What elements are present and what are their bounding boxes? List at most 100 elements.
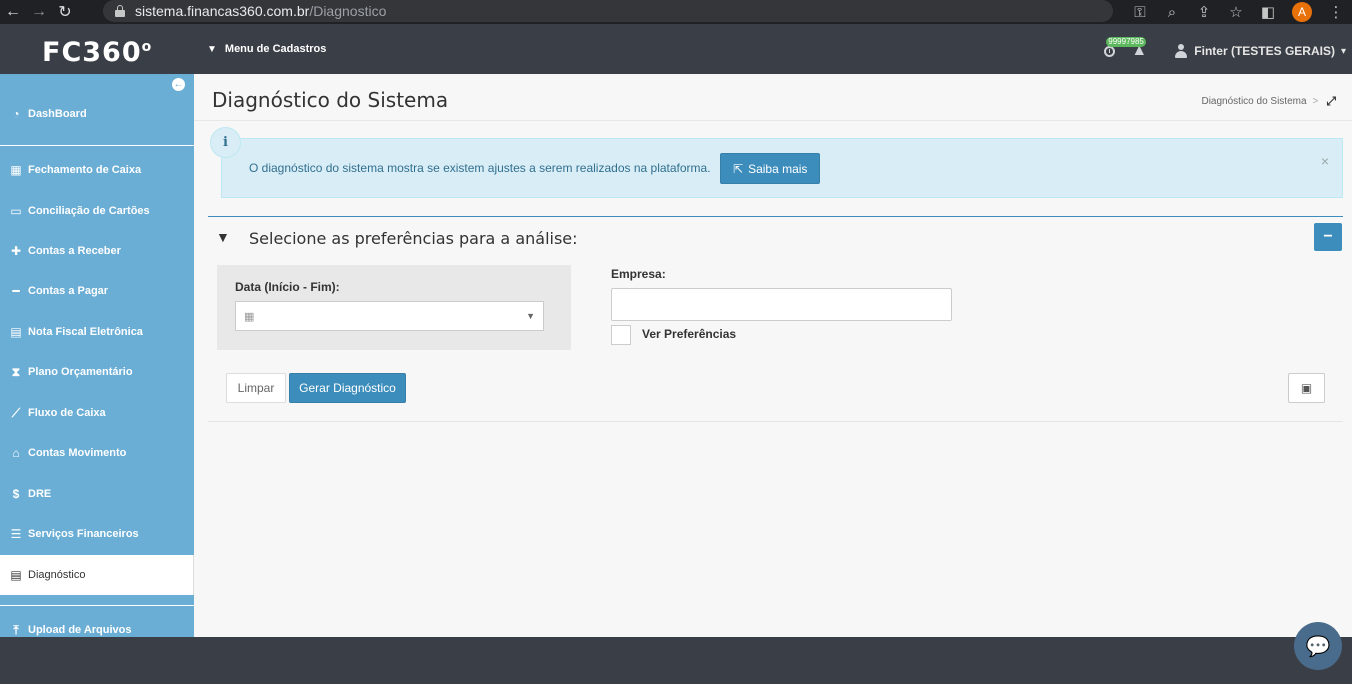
sidebar-item-nota-fiscal-eletronica[interactable]: ▤ Nota Fiscal Eletrônica (0, 312, 194, 352)
file-icon: ▤ (10, 568, 22, 582)
minus-icon: ━ (12, 284, 20, 298)
empresa-input[interactable] (611, 288, 952, 321)
caret-down-icon: ▼ (526, 311, 535, 321)
chevron-down-icon: ▼ (207, 43, 217, 55)
floppy-disk-icon: ▣ (1300, 381, 1313, 395)
menu-cadastros-toggle[interactable]: ▼ Menu de Cadastros (207, 43, 326, 55)
caret-down-icon: ▾ (1340, 45, 1346, 57)
collapse-panel-button[interactable]: − (1314, 223, 1342, 251)
sidebar-divider (0, 605, 194, 606)
url-host: sistema.financas360.com.br (135, 3, 310, 19)
gerar-diagnostico-button[interactable]: Gerar Diagnóstico (289, 373, 406, 403)
user-name: Finter (TESTES GERAIS) (1194, 44, 1335, 58)
filter-icon: ▼ (216, 229, 230, 245)
ver-preferencias-checkbox[interactable] (611, 325, 631, 345)
building-icon: ▤ (10, 325, 22, 339)
limpar-button[interactable]: Limpar (226, 373, 286, 403)
sidebar-item-fechamento-de-caixa[interactable]: ▦ Fechamento de Caixa (0, 150, 194, 190)
star-icon[interactable]: ☆ (1220, 0, 1252, 24)
user-menu[interactable]: Finter (TESTES GERAIS) ▾ (1174, 44, 1346, 58)
clock-icon (1103, 45, 1115, 57)
dollar-icon: $ (12, 487, 20, 501)
forward-arrow-icon[interactable]: → (26, 0, 52, 24)
sidebar-item-label: Contas Movimento (28, 447, 127, 459)
lock-icon (115, 5, 125, 17)
breadcrumb-current[interactable]: Diagnóstico do Sistema (1201, 96, 1306, 107)
date-filter-group: Data (Início - Fim): ▦ ▼ (217, 265, 571, 350)
browser-toolbar: ← → ↻ sistema.financas360.com.br/Diagnos… (0, 0, 1352, 24)
info-icon: i (210, 127, 241, 158)
sidebar-item-label: Contas a Pagar (28, 285, 109, 297)
sidebar-item-fluxo-de-caixa[interactable]: ⟋ Fluxo de Caixa (0, 393, 194, 433)
sidebar-item-label: Nota Fiscal Eletrônica (28, 326, 143, 338)
save-preferences-button[interactable]: ▣ (1288, 373, 1325, 403)
main-content: Diagnóstico do Sistema Diagnóstico do Si… (194, 74, 1352, 637)
sidebar-item-label: Diagnóstico (28, 569, 86, 581)
reload-icon[interactable]: ↻ (52, 0, 78, 24)
sidebar-item-servicos-financeiros[interactable]: ☰ Serviços Financeiros (0, 514, 194, 554)
info-text: O diagnóstico do sistema mostra se exist… (249, 161, 711, 175)
collapse-sidebar-icon[interactable]: ← (172, 78, 185, 91)
user-icon (1174, 44, 1188, 58)
sidebar-item-dre[interactable]: $ DRE (0, 474, 194, 514)
upload-icon: ⤒ (13, 622, 19, 637)
sidebar-item-label: Conciliação de Cartões (28, 205, 150, 217)
bank-icon: ⌂ (12, 446, 20, 460)
sidebar-item-label: Fluxo de Caixa (28, 407, 106, 419)
credit-card-icon: ▭ (10, 204, 22, 218)
sidebar-item-label: Plano Orçamentário (28, 366, 133, 378)
dashboard-icon: ◔ (12, 107, 20, 121)
page-title: Diagnóstico do Sistema (212, 88, 449, 112)
sidebar-item-contas-movimento[interactable]: ⌂ Contas Movimento (0, 433, 194, 473)
url-path: /Diagnostico (309, 3, 387, 19)
date-range-picker[interactable]: ▦ ▼ (235, 301, 544, 331)
notification-badge: 99997985 (1106, 37, 1146, 47)
sidebar-item-plano-orcamentario[interactable]: ⧗ Plano Orçamentário (0, 352, 194, 392)
app-header: FC360o ▼ Menu de Cadastros 99997985 ▲ Fi… (0, 28, 1352, 74)
profile-avatar[interactable]: A (1292, 2, 1312, 22)
sidebar: ← ◔ DashBoard ▦ Fechamento de Caixa ▭ Co… (0, 74, 194, 637)
fullscreen-icon[interactable]: ⤢ (1326, 94, 1336, 109)
breadcrumb: Diagnóstico do Sistema > ⤢ (1201, 94, 1336, 109)
sidebar-item-upload-de-arquivos[interactable]: ⤒ Upload de Arquivos (0, 610, 194, 637)
close-icon[interactable]: × (1321, 153, 1329, 169)
sidebar-item-dashboard[interactable]: ◔ DashBoard (0, 94, 194, 134)
saiba-mais-button[interactable]: ⇱ Saiba mais (720, 153, 821, 184)
sidebar-item-label: Fechamento de Caixa (28, 164, 142, 176)
address-bar[interactable]: sistema.financas360.com.br/Diagnostico (103, 0, 1113, 22)
sidebar-item-label: Serviços Financeiros (28, 528, 139, 540)
side-panel-icon[interactable]: ◧ (1252, 0, 1284, 24)
calendar-icon: ▦ (10, 163, 22, 177)
info-callout: i O diagnóstico do sistema mostra se exi… (210, 127, 1343, 198)
sidebar-divider (0, 145, 194, 146)
sidebar-item-label: Contas a Receber (28, 245, 121, 257)
line-chart-icon: ⟋ (11, 405, 21, 420)
breadcrumb-separator: > (1312, 96, 1319, 107)
menu-cadastros-label: Menu de Cadastros (224, 43, 327, 55)
chat-button[interactable]: 💬 (1294, 622, 1342, 670)
sidebar-item-diagnostico[interactable]: ▤ Diagnóstico (0, 555, 194, 595)
external-link-icon: ⇱ (733, 161, 744, 176)
plus-icon: ✚ (10, 244, 22, 258)
page-header: Diagnóstico do Sistema Diagnóstico do Si… (194, 74, 1352, 121)
sidebar-item-conciliacao-de-cartoes[interactable]: ▭ Conciliação de Cartões (0, 191, 194, 231)
notifications-button[interactable]: 99997985 (1096, 28, 1146, 74)
logo[interactable]: FC360o (42, 37, 152, 68)
calendar-icon: ▦ (244, 310, 255, 323)
panel-title: Selecione as preferências para a análise… (249, 229, 578, 248)
footer-bar (0, 637, 1352, 684)
list-icon: ☰ (10, 527, 22, 541)
ver-preferencias-label[interactable]: Ver Preferências (642, 327, 736, 341)
sidebar-item-label: DRE (28, 488, 52, 500)
kebab-menu-icon[interactable]: ⋮ (1320, 0, 1352, 24)
share-icon[interactable]: ⇪ (1188, 0, 1220, 24)
back-arrow-icon[interactable]: ← (0, 0, 26, 24)
hourglass-icon: ⧗ (11, 364, 21, 379)
date-range-label: Data (Início - Fim): (235, 280, 340, 294)
sidebar-item-contas-a-pagar[interactable]: ━ Contas a Pagar (0, 271, 194, 311)
key-icon[interactable]: ⚿ (1124, 0, 1156, 24)
sidebar-item-label: Upload de Arquivos (28, 624, 132, 636)
chat-bubbles-icon: 💬 (1305, 635, 1331, 658)
sidebar-item-contas-a-receber[interactable]: ✚ Contas a Receber (0, 231, 194, 271)
zoom-icon[interactable]: ⌕ (1156, 0, 1188, 24)
